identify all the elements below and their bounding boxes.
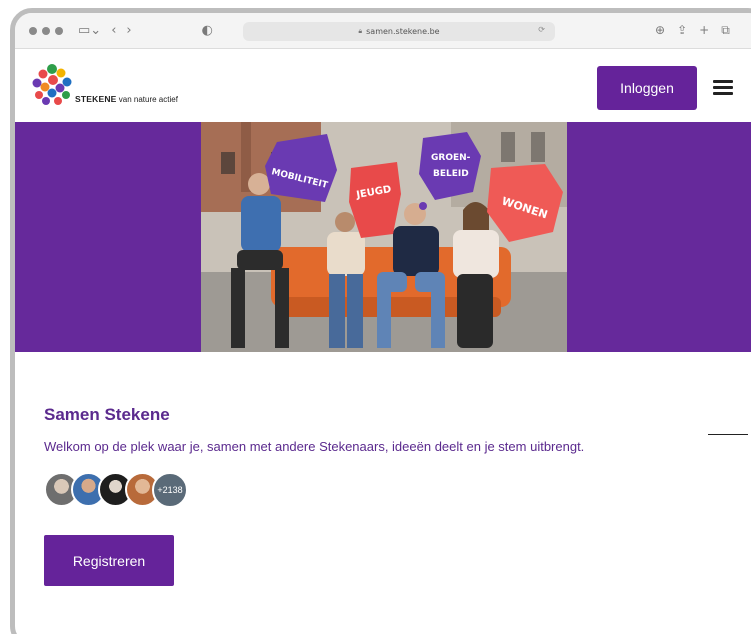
new-tab-icon[interactable]: + [699,23,709,38]
annotation-line [708,434,748,435]
device-frame: ▭⌄ ‹ › ◐ 🔒︎ samen.stekene.be ⟳ ⊕ ⇪ + ⧉ S… [10,8,751,634]
brand-name: STEKENE [75,94,117,104]
login-button[interactable]: Inloggen [597,66,697,110]
page-subtitle: Welkom op de plek waar je, samen met and… [44,439,585,454]
hamburger-menu-icon[interactable] [713,80,733,96]
download-icon[interactable]: ⊕ [655,23,665,38]
url-text: samen.stekene.be [366,27,440,36]
hero-photo: MOBILITEIT JEUGD GROEN- BELEID WONEN [201,122,567,352]
tabs-icon[interactable]: ⧉ [721,23,730,38]
page-title: Samen Stekene [44,405,170,424]
hero-banner: MOBILITEIT JEUGD GROEN- BELEID WONEN [15,122,751,352]
share-icon[interactable]: ⇪ [677,23,687,38]
back-icon[interactable]: ‹ [111,24,116,37]
window-zoom-dot[interactable] [55,26,63,35]
stekene-logo-icon[interactable] [31,63,73,107]
forward-icon[interactable]: › [126,24,131,37]
sign-text-groen: GROEN- [431,153,471,163]
browser-actions: ⊕ ⇪ + ⧉ [655,23,730,38]
participants-more-badge: +2138 [152,472,188,508]
site-header: STEKENE van nature actief Inloggen [15,50,751,122]
brand-tagline: van nature actief [118,95,178,104]
browser-toolbar: ▭⌄ ‹ › ◐ 🔒︎ samen.stekene.be ⟳ ⊕ ⇪ + ⧉ [15,13,751,49]
reload-icon[interactable]: ⟳ [538,25,545,34]
address-bar[interactable]: 🔒︎ samen.stekene.be ⟳ [243,22,555,41]
window-close-dot[interactable] [29,26,37,35]
register-button[interactable]: Registreren [44,535,174,586]
sidebar-icon[interactable]: ▭⌄ [78,24,101,37]
sign-text-beleid: BELEID [433,169,469,179]
window-minimize-dot[interactable] [42,26,50,35]
brand-wordmark: STEKENE van nature actief [75,94,178,104]
group-photo-illustration: MOBILITEIT JEUGD GROEN- BELEID WONEN [201,122,567,352]
shield-icon[interactable]: ◐ [202,24,213,37]
lock-icon: 🔒︎ [358,27,363,35]
